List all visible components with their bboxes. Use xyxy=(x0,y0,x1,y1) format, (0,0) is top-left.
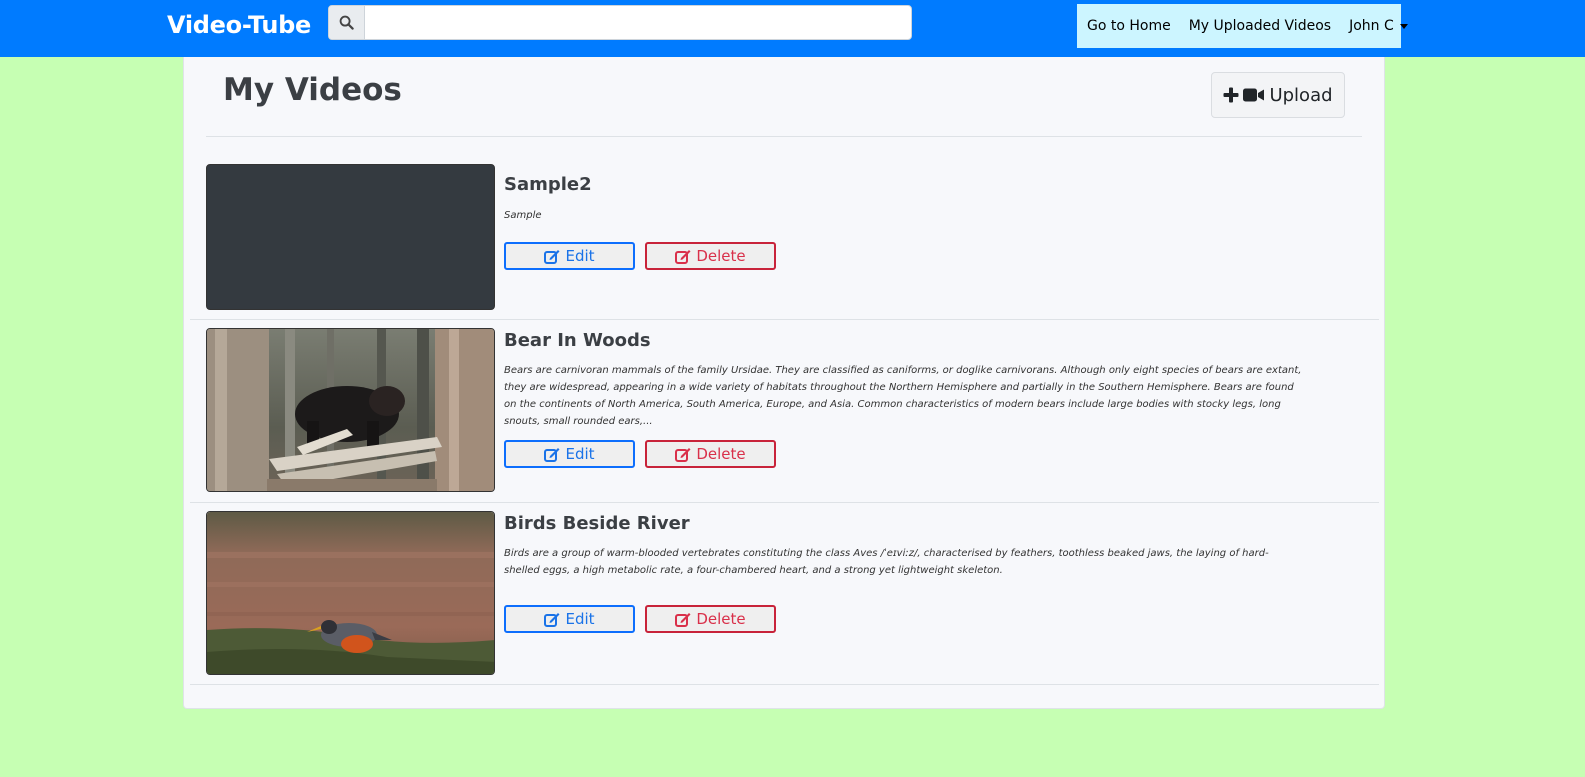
video-thumbnail[interactable] xyxy=(206,328,495,492)
brand-logo[interactable]: Video-Tube xyxy=(167,11,311,39)
delete-button[interactable]: Delete xyxy=(645,440,776,468)
nav-link-my-uploaded-videos[interactable]: My Uploaded Videos xyxy=(1180,18,1340,34)
edit-icon xyxy=(675,447,691,462)
page-title: My Videos xyxy=(223,72,402,108)
video-title[interactable]: Bear In Woods xyxy=(504,330,651,351)
edit-button[interactable]: Edit xyxy=(504,605,635,633)
plus-icon xyxy=(1223,87,1239,103)
videos-card: My Videos Upload Sample2 Sample Edit Del… xyxy=(183,57,1385,709)
search-bar xyxy=(328,5,912,40)
delete-button[interactable]: Delete xyxy=(645,605,776,633)
video-thumbnail[interactable] xyxy=(206,511,495,675)
edit-icon xyxy=(544,447,560,462)
delete-label: Delete xyxy=(696,445,746,463)
edit-icon xyxy=(544,249,560,264)
edit-icon xyxy=(544,612,560,627)
delete-label: Delete xyxy=(696,610,746,628)
nav-links: Go to Home My Uploaded Videos John C xyxy=(1077,4,1408,48)
navbar: Video-Tube Go to Home My Uploaded Videos… xyxy=(0,0,1585,57)
edit-button[interactable]: Edit xyxy=(504,440,635,468)
video-camera-icon xyxy=(1243,88,1265,102)
nav-link-home[interactable]: Go to Home xyxy=(1077,18,1180,34)
video-description: Bears are carnivoran mammals of the fami… xyxy=(504,365,1302,427)
edit-label: Edit xyxy=(565,610,595,628)
video-description: Sample xyxy=(504,210,542,221)
edit-icon xyxy=(675,249,691,264)
divider xyxy=(206,136,1362,137)
edit-icon xyxy=(675,612,691,627)
search-icon xyxy=(339,15,354,30)
bear-image xyxy=(207,329,494,491)
video-description: Birds are a group of warm-blooded verteb… xyxy=(504,548,1269,576)
video-title[interactable]: Sample2 xyxy=(504,174,592,195)
edit-button[interactable]: Edit xyxy=(504,242,635,270)
user-name: John C xyxy=(1349,18,1394,34)
video-row: Sample2 Sample Edit Delete xyxy=(190,159,1379,320)
edit-label: Edit xyxy=(565,247,595,265)
edit-label: Edit xyxy=(565,445,595,463)
bird-image xyxy=(207,512,494,674)
user-dropdown[interactable]: John C xyxy=(1340,18,1417,34)
video-thumbnail[interactable] xyxy=(206,164,495,310)
video-row: Birds Beside River Birds are a group of … xyxy=(190,503,1379,685)
search-input[interactable] xyxy=(365,6,911,39)
upload-button[interactable]: Upload xyxy=(1211,72,1345,118)
video-row: Bear In Woods Bears are carnivoran mamma… xyxy=(190,320,1379,503)
delete-button[interactable]: Delete xyxy=(645,242,776,270)
upload-label: Upload xyxy=(1269,84,1333,106)
search-button[interactable] xyxy=(329,6,365,39)
delete-label: Delete xyxy=(696,247,746,265)
caret-down-icon xyxy=(1399,23,1408,29)
video-title[interactable]: Birds Beside River xyxy=(504,513,690,534)
